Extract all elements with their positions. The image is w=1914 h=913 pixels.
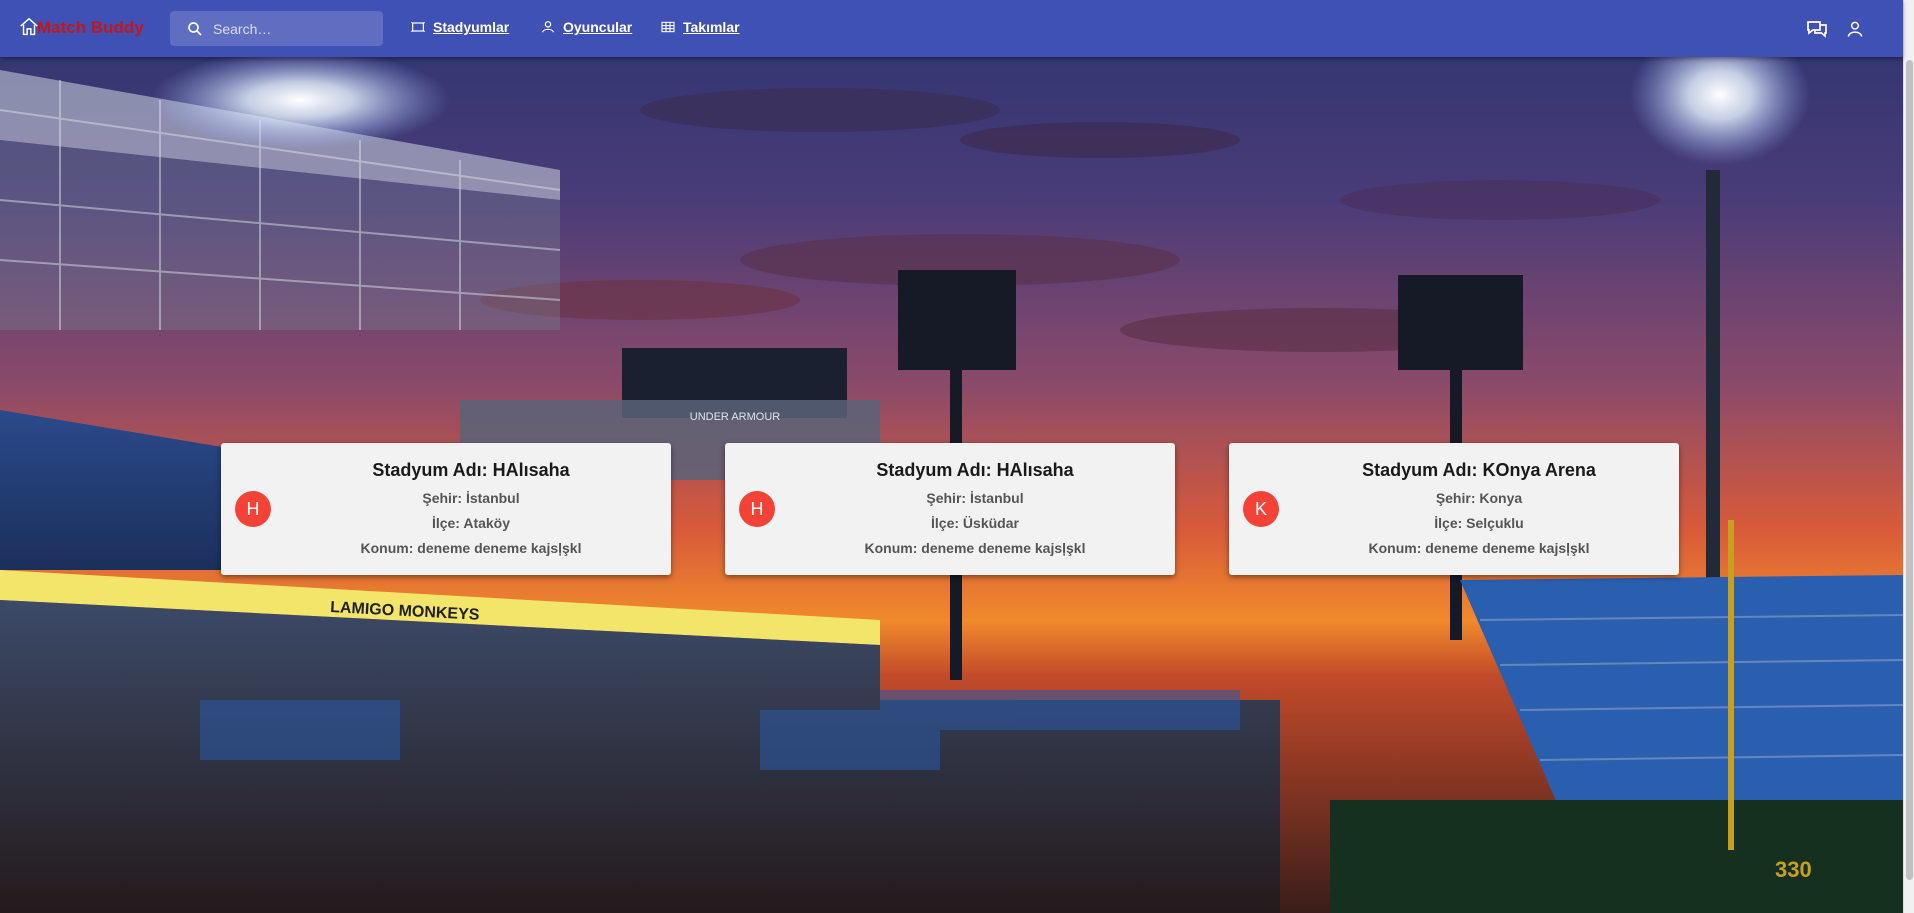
nav-players-label: Oyuncular bbox=[563, 19, 633, 35]
stadium-location: Konum: deneme deneme kajsļşkl bbox=[864, 540, 1086, 556]
search-input[interactable] bbox=[213, 20, 383, 37]
appbar-actions bbox=[1805, 17, 1867, 41]
nav-players[interactable]: Oyuncular bbox=[540, 19, 632, 35]
stadium-district: İlçe: Üsküdar bbox=[931, 515, 1019, 531]
stadium-card[interactable]: H Stadyum Adı: HAlısaha Şehir: İstanbul … bbox=[221, 443, 671, 575]
stadium-district: İlçe: Selçuklu bbox=[1434, 515, 1524, 531]
avatar: H bbox=[739, 491, 775, 527]
nav-stadiums[interactable]: Stadyumlar bbox=[410, 19, 509, 35]
scrollbar-thumb[interactable] bbox=[1906, 60, 1913, 880]
billboard-text: UNDER ARMOUR bbox=[690, 411, 781, 423]
field-number-text: 330 bbox=[1775, 857, 1812, 882]
stadium-title: Stadyum Adı: HAlısaha bbox=[372, 460, 570, 480]
stadium-title: Stadyum Adı: HAlısaha bbox=[876, 460, 1074, 480]
page-scrollbar[interactable] bbox=[1903, 0, 1914, 913]
stadium-city: Şehir: Konya bbox=[1435, 490, 1523, 506]
search-box[interactable] bbox=[170, 11, 383, 46]
stadium-card[interactable]: K Stadyum Adı: KOnya Arena Şehir: Konya … bbox=[1229, 443, 1679, 575]
search-icon bbox=[188, 21, 202, 36]
avatar: H bbox=[235, 491, 271, 527]
stadium-city: Şehir: İstanbul bbox=[926, 490, 1024, 506]
stadium-card[interactable]: H Stadyum Adı: HAlısaha Şehir: İstanbul … bbox=[725, 443, 1175, 575]
stadium-title: Stadyum Adı: KOnya Arena bbox=[1362, 460, 1596, 480]
stadium-location: Konum: deneme deneme kajsļşkl bbox=[360, 540, 582, 556]
account-button[interactable] bbox=[1843, 17, 1867, 41]
stadium-icon bbox=[411, 21, 425, 33]
nav-stadiums-label: Stadyumlar bbox=[433, 19, 510, 35]
stadium-district: İlçe: Ataköy bbox=[431, 515, 511, 531]
brand-title: Match Buddy bbox=[37, 18, 144, 37]
account-icon bbox=[1847, 21, 1863, 37]
home-link[interactable]: Match Buddy bbox=[18, 16, 144, 38]
avatar: K bbox=[1243, 491, 1279, 527]
nav-teams[interactable]: Takımlar bbox=[660, 19, 740, 35]
chat-icon bbox=[1807, 21, 1827, 38]
chat-button[interactable] bbox=[1805, 17, 1829, 41]
stadium-city: Şehir: İstanbul bbox=[422, 490, 520, 506]
table-icon bbox=[661, 21, 675, 33]
person-icon bbox=[542, 21, 554, 33]
stadium-location: Konum: deneme deneme kajsļşkl bbox=[1368, 540, 1590, 556]
app-bar: Match Buddy Stadyumlar Oyuncular Takımla… bbox=[0, 0, 1903, 57]
nav-teams-label: Takımlar bbox=[683, 19, 740, 35]
